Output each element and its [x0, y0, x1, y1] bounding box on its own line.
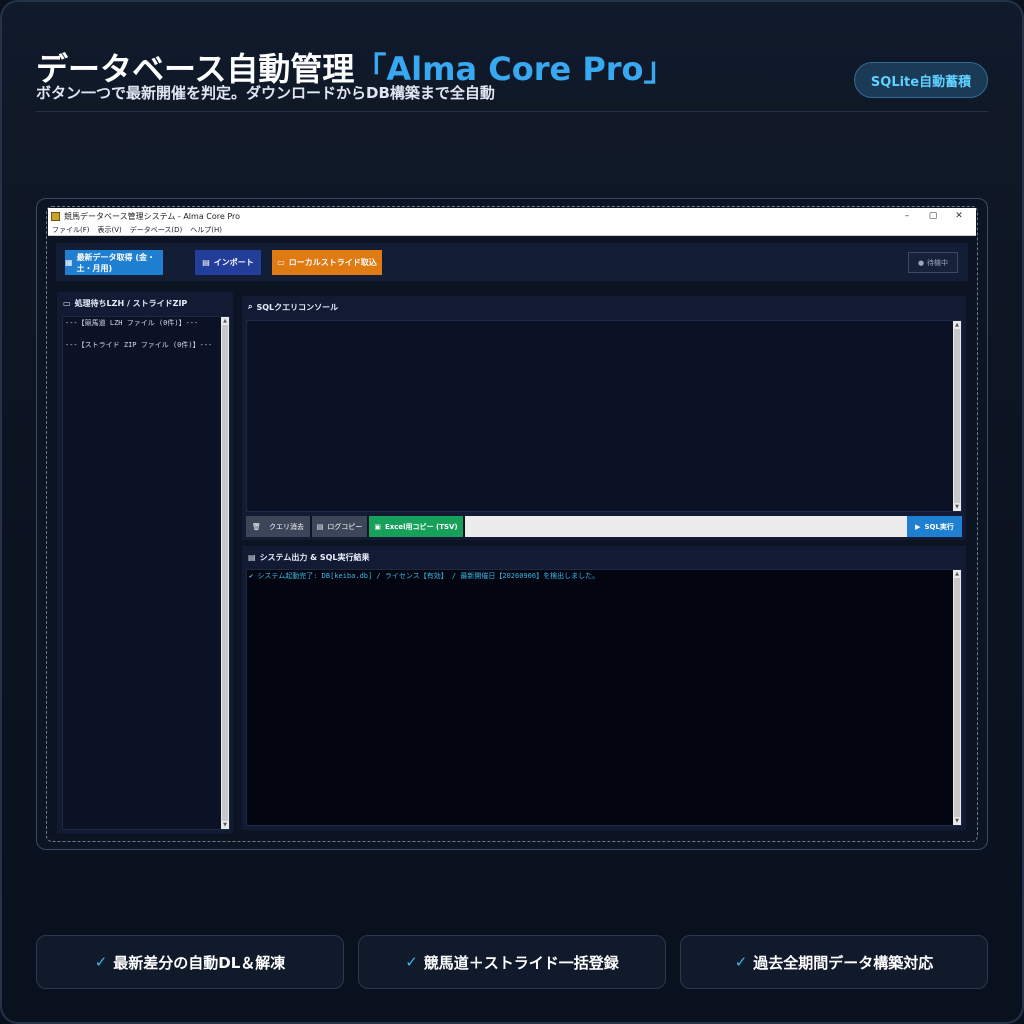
local-stride-label: ローカルストライド取込 — [288, 258, 377, 267]
fetch-latest-label: 最新データ取得 (金・土・月用) — [76, 252, 156, 273]
search-icon: ⌕ — [248, 302, 253, 311]
menu-help[interactable]: ヘルプ(H) — [190, 225, 222, 235]
save-icon: ▣ — [374, 522, 381, 531]
status-dot-icon: ● — [917, 258, 925, 267]
pending-files-header: ▭ 処理待ちLZH / ストライドZIP — [57, 292, 233, 314]
scroll-down-icon[interactable]: ▼ — [953, 817, 961, 825]
sql-query-editor[interactable]: ▲ ▼ — [246, 320, 962, 512]
local-stride-button[interactable]: ▭ ローカルストライド取込 — [272, 250, 382, 275]
system-output-header: ▤ システム出力 & SQL実行結果 — [242, 546, 966, 568]
list-item[interactable]: ---【ストライド ZIP ファイル (0件)】--- — [63, 339, 229, 351]
pending-files-list[interactable]: ---【競馬道 LZH ファイル (0件)】--- ---【ストライド ZIP … — [62, 316, 230, 830]
scroll-up-icon[interactable]: ▲ — [953, 321, 961, 329]
sqlite-badge: SQLite自動蓄積 — [854, 62, 988, 98]
output-scrollbar[interactable]: ▲ ▼ — [953, 570, 961, 825]
minimize-icon[interactable]: – — [894, 208, 920, 224]
folder-open-icon: ▭ — [63, 298, 71, 308]
sql-console-header: ⌕ SQLクエリコンソール — [242, 296, 966, 318]
play-icon: ▶ — [915, 522, 921, 531]
scroll-up-icon[interactable]: ▲ — [221, 317, 229, 325]
clipboard-icon: ▤ — [202, 258, 210, 267]
app-window: 競馬データベース管理システム - Alma Core Pro – ▢ ✕ ファイ… — [48, 208, 976, 838]
maximize-icon[interactable]: ▢ — [920, 208, 946, 224]
scroll-down-icon[interactable]: ▼ — [953, 503, 961, 511]
copy-log-button[interactable]: ▤ ログコピー — [312, 516, 369, 537]
menu-view[interactable]: 表示(V) — [98, 225, 122, 235]
document-icon: ▤ — [248, 552, 256, 562]
menu-file[interactable]: ファイル(F) — [52, 225, 90, 235]
pending-files-title: 処理待ちLZH / ストライドZIP — [74, 298, 188, 308]
menubar: ファイル(F) 表示(V) データベース(D) ヘルプ(H) — [48, 224, 976, 236]
hero-subtitle: ボタン一つで最新開催を判定。ダウンロードからDB構築まで全自動 — [36, 84, 495, 102]
feature-label: 競馬道＋ストライド一括登録 — [423, 953, 619, 972]
trash-icon: 🗑 — [252, 522, 261, 531]
sql-console-panel: ⌕ SQLクエリコンソール ▲ ▼ 🗑 クエリ消去 ▤ ログコピー ▣ Exce… — [242, 296, 966, 540]
fetch-latest-button[interactable]: ▦ 最新データ取得 (金・土・月用) — [65, 250, 163, 275]
system-output-log[interactable]: ✔ システム起動完了: DB[keiba.db] / ライセンス【有効】 / 最… — [246, 569, 962, 826]
feature-card-history-build: ✓ 過去全期間データ構築対応 — [680, 935, 988, 989]
window-title: 競馬データベース管理システム - Alma Core Pro — [64, 211, 241, 221]
check-icon: ✓ — [405, 953, 418, 971]
scroll-up-icon[interactable]: ▲ — [953, 570, 961, 578]
status-label: 待機中 — [927, 258, 949, 267]
window-controls: – ▢ ✕ — [894, 208, 972, 224]
menu-database[interactable]: データベース(D) — [130, 225, 183, 235]
import-label: インポート — [213, 258, 254, 267]
feature-label: 過去全期間データ構築対応 — [753, 953, 934, 972]
copy-log-label: ログコピー — [327, 522, 363, 531]
check-icon: ✓ — [94, 953, 108, 971]
excel-copy-button[interactable]: ▣ Excel用コピー (TSV) — [369, 516, 465, 537]
run-sql-button[interactable]: ▶ SQL実行 — [907, 516, 962, 537]
scroll-down-icon[interactable]: ▼ — [221, 821, 229, 829]
folder-icon: ▭ — [277, 258, 285, 267]
excel-copy-label: Excel用コピー (TSV) — [384, 522, 458, 531]
list-item[interactable]: ---【競馬道 LZH ファイル (0件)】--- — [63, 317, 229, 329]
run-sql-label: SQL実行 — [924, 522, 954, 531]
system-output-panel: ▤ システム出力 & SQL実行結果 ✔ システム起動完了: DB[keiba.… — [242, 546, 966, 830]
app-icon — [51, 211, 60, 221]
feature-card-auto-dl: ✓ 最新差分の自動DL＆解凍 — [36, 935, 344, 989]
import-button[interactable]: ▤ インポート — [195, 250, 261, 275]
close-icon[interactable]: ✕ — [946, 208, 972, 224]
scroll-thumb[interactable] — [954, 329, 960, 503]
pending-files-panel: ▭ 処理待ちLZH / ストライドZIP ---【競馬道 LZH ファイル (0… — [57, 292, 233, 834]
clear-query-button[interactable]: 🗑 クエリ消去 — [246, 516, 312, 537]
pending-files-scrollbar[interactable]: ▲ ▼ — [221, 317, 229, 829]
sql-spacer — [465, 516, 907, 537]
log-line: ✔ システム起動完了: DB[keiba.db] / ライセンス【有効】 / 最… — [249, 572, 600, 580]
calendar-icon: ▦ — [65, 258, 73, 267]
sql-console-title: SQLクエリコンソール — [256, 302, 339, 312]
system-output-title: システム出力 & SQL実行結果 — [259, 552, 370, 562]
feature-label: 最新差分の自動DL＆解凍 — [113, 953, 286, 972]
scroll-thumb[interactable] — [222, 325, 228, 821]
status-indicator: ● 待機中 — [908, 252, 958, 273]
copy-icon: ▤ — [316, 522, 324, 531]
clear-query-label: クエリ消去 — [269, 522, 304, 531]
scroll-thumb[interactable] — [954, 578, 960, 817]
feature-card-bulk-register: ✓ 競馬道＋ストライド一括登録 — [358, 935, 666, 989]
sql-action-bar: 🗑 クエリ消去 ▤ ログコピー ▣ Excel用コピー (TSV) ▶ SQL実… — [246, 516, 962, 537]
window-titlebar[interactable]: 競馬データベース管理システム - Alma Core Pro – ▢ ✕ — [48, 208, 976, 224]
hero-divider — [36, 111, 988, 112]
check-icon: ✓ — [734, 953, 748, 971]
sql-editor-scrollbar[interactable]: ▲ ▼ — [953, 321, 961, 511]
toolbar: ▦ 最新データ取得 (金・土・月用) ▤ インポート ▭ ローカルストライド取込… — [56, 243, 968, 281]
